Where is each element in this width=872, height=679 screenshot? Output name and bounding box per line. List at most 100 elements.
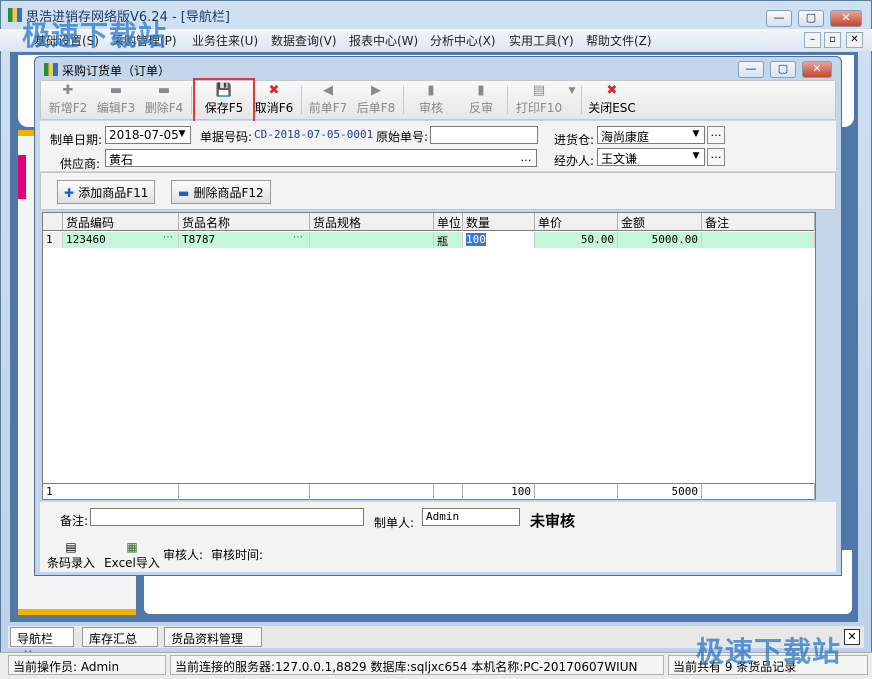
chevron-right-icon: ▶	[371, 83, 381, 98]
handler-browse-button[interactable]: …	[707, 148, 725, 166]
tab-inventory-summary[interactable]: 库存汇总	[82, 627, 158, 647]
next-bill-button[interactable]: ▶ 后单F8	[353, 83, 399, 119]
edit-button[interactable]: ▬ 编辑F3	[93, 83, 139, 119]
chevron-left-icon: ◀	[323, 83, 333, 98]
cell-code[interactable]: 123460	[63, 232, 179, 248]
add-item-button[interactable]: ✚ 添加商品F11	[57, 180, 156, 204]
col-header-name[interactable]: 货品名称	[179, 213, 310, 231]
mdi-close-button[interactable]: ✕	[846, 32, 863, 48]
footer-blank	[310, 483, 434, 500]
dialog-close-button[interactable]: ✕	[802, 61, 832, 78]
col-header-price[interactable]: 单价	[535, 213, 618, 231]
print-dropdown-button[interactable]: ▼	[565, 83, 579, 119]
minus-icon: ▬	[178, 186, 194, 200]
remark-label: 备注:	[60, 514, 89, 528]
toolbar-separator	[301, 86, 302, 114]
menu-business[interactable]: 业务往来(U)	[192, 32, 258, 49]
col-header-code[interactable]: 货品编码	[63, 213, 179, 231]
toolbar-separator	[581, 86, 582, 114]
supplier-browse-icon[interactable]: …	[518, 150, 534, 166]
item-action-bar: ✚ 添加商品F11 ▬ 删除商品F12	[40, 172, 836, 210]
cancel-x-icon: ✖	[268, 83, 280, 98]
col-header-spec[interactable]: 货品规格	[310, 213, 434, 231]
barcode-entry-button[interactable]: ▤ 条码录入	[46, 540, 96, 571]
menu-tools[interactable]: 实用工具(Y)	[509, 32, 574, 49]
footer-blank	[179, 483, 310, 500]
mdi-restore-button[interactable]: ▫	[824, 32, 841, 48]
dialog-restore-button[interactable]: ▢	[770, 61, 796, 78]
unaudit-button[interactable]: ▮ 反审	[461, 83, 501, 119]
orig-bill-input[interactable]	[430, 126, 538, 144]
excel-import-button[interactable]: ▦ Excel导入	[104, 540, 160, 571]
cell-qty-value[interactable]: 100	[466, 233, 486, 246]
add-button[interactable]: ✚ 新增F2	[45, 83, 91, 119]
close-dialog-button[interactable]: ✖ 关闭ESC	[587, 83, 637, 119]
cell-qty[interactable]: 100	[463, 232, 535, 248]
col-header-unit[interactable]: 单位	[434, 213, 463, 231]
delete-item-button[interactable]: ▬ 删除商品F12	[171, 180, 271, 204]
audit-icon: ▮	[427, 83, 435, 98]
col-header-qty[interactable]: 数量	[463, 213, 535, 231]
prev-bill-button[interactable]: ◀ 前单F7	[305, 83, 351, 119]
menu-help[interactable]: 帮助文件(Z)	[586, 32, 652, 49]
row-number[interactable]: 1	[43, 232, 63, 248]
next-bill-label: 后单F8	[356, 101, 396, 115]
warehouse-browse-button[interactable]: …	[707, 126, 725, 144]
audit-button-label: 审核	[418, 101, 443, 115]
cell-name[interactable]: T8787	[179, 232, 310, 248]
toolbar-separator	[191, 86, 192, 114]
cell-remark[interactable]	[702, 232, 815, 248]
orig-bill-label: 原始单号:	[376, 130, 429, 144]
close-dialog-label: 关闭ESC	[588, 101, 636, 115]
plus-icon: ✚	[64, 186, 79, 200]
col-header-amount[interactable]: 金额	[618, 213, 702, 231]
dialog-logo-icon	[44, 63, 58, 76]
add-button-label: 新增F2	[48, 101, 88, 115]
main-restore-button[interactable]: ▢	[798, 10, 824, 27]
date-dropdown-icon[interactable]: ▼	[174, 127, 190, 143]
cell-unit[interactable]: 瓶	[434, 232, 463, 248]
menu-analysis[interactable]: 分析中心(X)	[430, 32, 496, 49]
grid-corner	[43, 213, 63, 231]
prev-bill-label: 前单F7	[308, 101, 348, 115]
close-x-icon: ✖	[606, 83, 618, 98]
handler-dropdown-icon[interactable]: ▼	[688, 149, 704, 165]
menu-reports[interactable]: 报表中心(W)	[349, 32, 418, 49]
col-header-remark[interactable]: 备注	[702, 213, 815, 231]
excel-import-label: Excel导入	[104, 556, 160, 570]
supplier-input[interactable]: 黄石	[105, 149, 537, 167]
cell-price[interactable]: 50.00	[535, 232, 618, 248]
delete-button-label: 删除F4	[144, 101, 184, 115]
maker-label: 制单人:	[374, 516, 415, 530]
footer-blank	[702, 483, 815, 500]
dialog-title: 采购订货单（订单）	[62, 64, 171, 78]
audit-button[interactable]: ▮ 审核	[411, 83, 451, 119]
cell-spec[interactable]	[310, 232, 434, 248]
mdi-minimize-button[interactable]: –	[804, 32, 821, 48]
tab-product-management[interactable]: 货品资料管理	[164, 627, 262, 647]
dialog-minimize-button[interactable]: —	[738, 61, 764, 78]
plus-icon: ✚	[62, 83, 74, 98]
code-browse-icon[interactable]: ⋯	[163, 232, 173, 243]
remark-input[interactable]	[90, 508, 364, 526]
tabs-close-icon[interactable]: ✕	[844, 629, 860, 645]
save-highlight-box	[193, 78, 255, 124]
billno-value: CD-2018-07-05-0001	[254, 128, 374, 141]
menu-data-query[interactable]: 数据查询(V)	[271, 32, 337, 49]
tab-navigation[interactable]: 导航栏 ✕	[10, 627, 74, 661]
delete-button[interactable]: ▬ 删除F4	[141, 83, 187, 119]
watermark-top-left: 极速下载站	[22, 19, 168, 52]
cancel-button[interactable]: ✖ 取消F6	[249, 83, 299, 119]
cell-amount[interactable]: 5000.00	[618, 232, 702, 248]
unaudit-button-label: 反审	[468, 101, 493, 115]
delete-icon: ▬	[157, 83, 171, 98]
chevron-down-icon: ▼	[568, 86, 576, 96]
name-browse-icon[interactable]: ⋯	[293, 232, 303, 243]
main-close-button[interactable]: ✕	[830, 10, 862, 27]
main-minimize-button[interactable]: —	[766, 10, 792, 27]
status-server: 当前连接的服务器:127.0.0.1,8829 数据库:sqljxc654 本机…	[170, 655, 664, 675]
app-logo-icon	[8, 8, 22, 22]
toolbar-separator	[403, 86, 404, 114]
warehouse-dropdown-icon[interactable]: ▼	[688, 127, 704, 143]
print-button[interactable]: ▤ 打印F10	[513, 83, 565, 119]
